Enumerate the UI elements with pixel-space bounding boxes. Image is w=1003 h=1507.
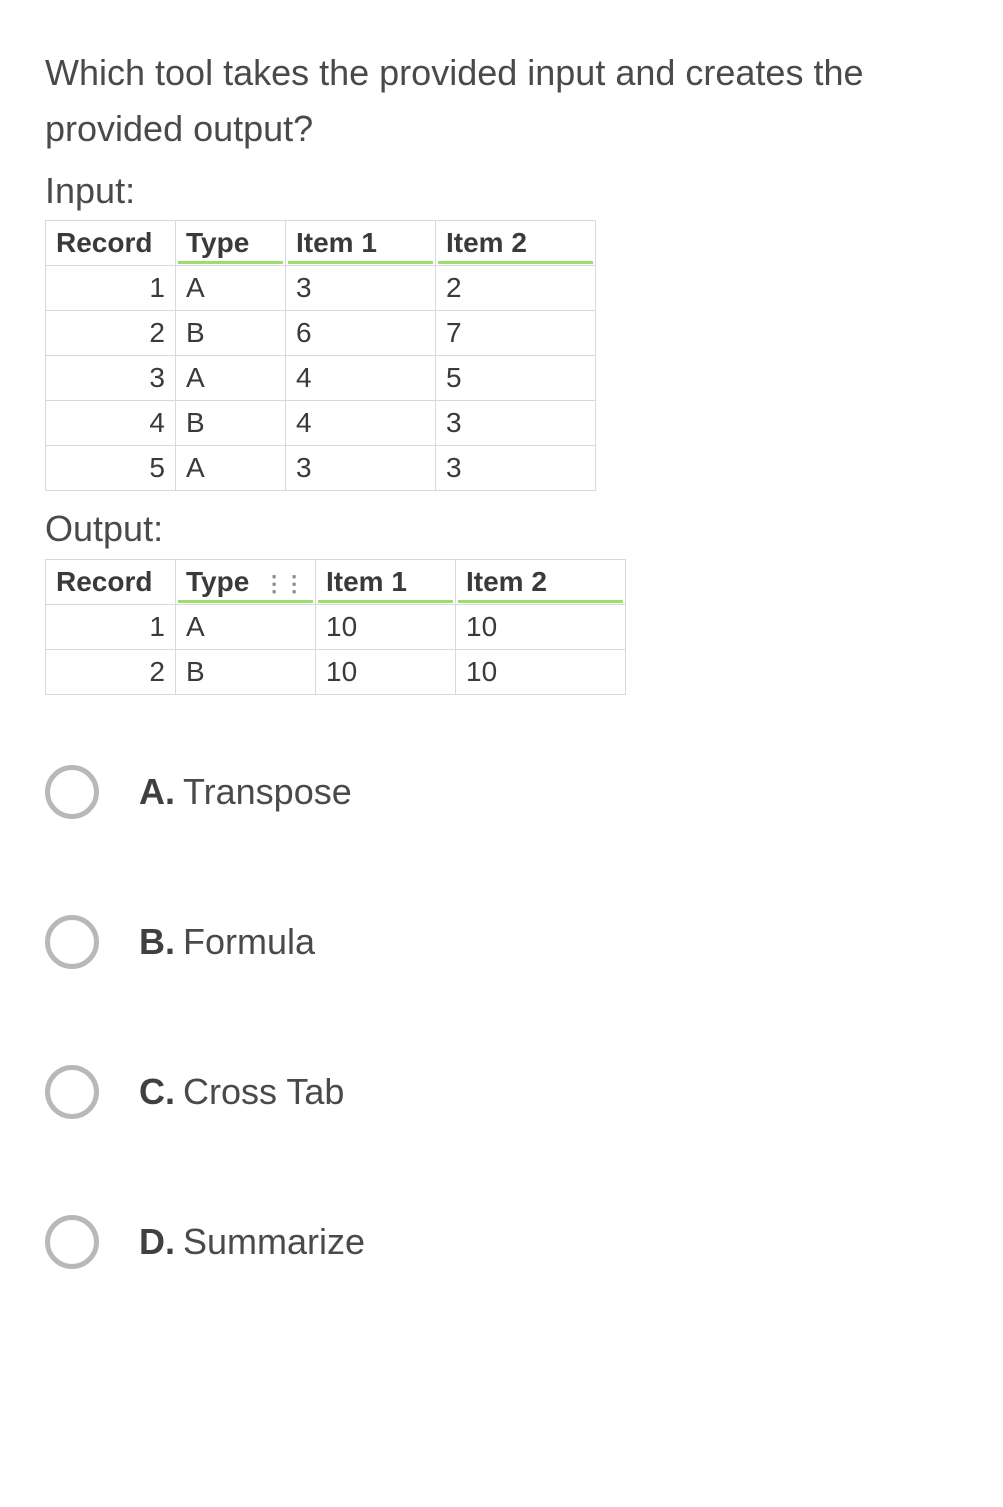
cell-item1: 6	[286, 311, 436, 356]
col-header-type: Type ⋮⋮	[176, 560, 316, 605]
cell-item1: 10	[316, 605, 456, 650]
cell-item2: 3	[436, 401, 596, 446]
table-row: 1 A 10 10	[46, 605, 626, 650]
cell-item2: 5	[436, 356, 596, 401]
answer-options: A. Transpose B. Formula C. Cross Tab D. …	[45, 765, 958, 1269]
option-text: Summarize	[183, 1221, 365, 1263]
radio-icon[interactable]	[45, 915, 99, 969]
cell-type: A	[176, 266, 286, 311]
option-text: Formula	[183, 921, 315, 963]
col-header-type-label: Type	[186, 566, 249, 597]
input-table: Record Type Item 1 Item 2 1 A 3 2 2 B 6 …	[45, 220, 596, 491]
col-header-record: Record	[46, 560, 176, 605]
col-header-item1: Item 1	[286, 221, 436, 266]
radio-icon[interactable]	[45, 1065, 99, 1119]
cell-record: 2	[46, 311, 176, 356]
question-text: Which tool takes the provided input and …	[45, 45, 958, 157]
radio-icon[interactable]	[45, 1215, 99, 1269]
col-header-item2: Item 2	[456, 560, 626, 605]
cell-item1: 4	[286, 356, 436, 401]
cell-item1: 10	[316, 650, 456, 695]
option-c[interactable]: C. Cross Tab	[45, 1065, 958, 1119]
input-table-header: Record Type Item 1 Item 2	[46, 221, 596, 266]
cell-item2: 3	[436, 446, 596, 491]
table-row: 4 B 4 3	[46, 401, 596, 446]
cell-type: A	[176, 446, 286, 491]
output-label: Output:	[45, 501, 958, 557]
cell-type: A	[176, 605, 316, 650]
cell-record: 5	[46, 446, 176, 491]
option-d[interactable]: D. Summarize	[45, 1215, 958, 1269]
drag-handle-icon[interactable]: ⋮⋮	[263, 571, 303, 597]
table-row: 1 A 3 2	[46, 266, 596, 311]
option-a[interactable]: A. Transpose	[45, 765, 958, 819]
col-header-item2: Item 2	[436, 221, 596, 266]
cell-type: B	[176, 401, 286, 446]
cell-item1: 3	[286, 446, 436, 491]
cell-type: A	[176, 356, 286, 401]
option-letter: C.	[139, 1071, 175, 1113]
option-b[interactable]: B. Formula	[45, 915, 958, 969]
cell-record: 1	[46, 266, 176, 311]
cell-type: B	[176, 311, 286, 356]
cell-record: 2	[46, 650, 176, 695]
col-header-item1: Item 1	[316, 560, 456, 605]
option-letter: D.	[139, 1221, 175, 1263]
col-header-type: Type	[176, 221, 286, 266]
cell-item2: 10	[456, 605, 626, 650]
table-row: 2 B 10 10	[46, 650, 626, 695]
option-text: Cross Tab	[183, 1071, 344, 1113]
cell-item1: 4	[286, 401, 436, 446]
cell-record: 4	[46, 401, 176, 446]
cell-item1: 3	[286, 266, 436, 311]
radio-icon[interactable]	[45, 765, 99, 819]
cell-item2: 10	[456, 650, 626, 695]
output-table-header: Record Type ⋮⋮ Item 1 Item 2	[46, 560, 626, 605]
option-text: Transpose	[183, 771, 352, 813]
option-letter: A.	[139, 771, 175, 813]
cell-record: 1	[46, 605, 176, 650]
table-row: 5 A 3 3	[46, 446, 596, 491]
table-row: 3 A 4 5	[46, 356, 596, 401]
col-header-record: Record	[46, 221, 176, 266]
output-table: Record Type ⋮⋮ Item 1 Item 2 1 A 10 10 2…	[45, 559, 626, 695]
cell-item2: 2	[436, 266, 596, 311]
cell-type: B	[176, 650, 316, 695]
option-letter: B.	[139, 921, 175, 963]
input-label: Input:	[45, 163, 958, 219]
cell-record: 3	[46, 356, 176, 401]
table-row: 2 B 6 7	[46, 311, 596, 356]
cell-item2: 7	[436, 311, 596, 356]
